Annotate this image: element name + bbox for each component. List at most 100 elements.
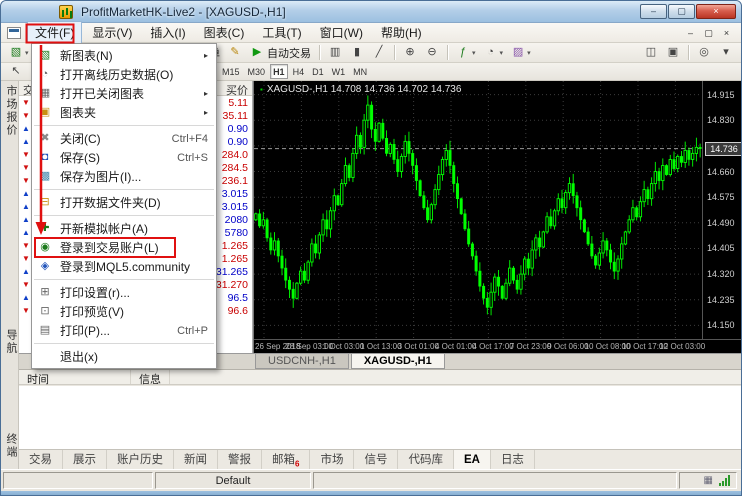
minimize-button[interactable]: – bbox=[640, 4, 667, 19]
file-menu-item[interactable]: 退出(x) bbox=[32, 347, 216, 366]
file-menu-item-label: 登录到交易账户(L) bbox=[60, 239, 159, 256]
price-axis[interactable]: 14.91514.83014.74514.66014.57514.49014.4… bbox=[702, 81, 742, 339]
window-title: ProfitMarketHK-Live2 - [XAGUSD-,H1] bbox=[81, 5, 286, 19]
file-menu-dropdown: ▧新图表(N)▸◔打开离线历史数据(O)▦打开已关闭图表▸▣图表夹▸ ✖关闭(C)… bbox=[31, 43, 217, 369]
login-trade-account-icon: ◉ bbox=[36, 240, 54, 255]
metaeditor-button[interactable]: ✎ bbox=[225, 44, 245, 61]
timeframe-M15[interactable]: M15 bbox=[219, 64, 243, 79]
file-menu-item[interactable]: ◉ 登录到交易账户(L) bbox=[32, 238, 216, 257]
price-axis-label: 14.830 bbox=[707, 115, 735, 125]
timeframe-H1[interactable]: H1 bbox=[270, 64, 288, 79]
file-menu-item-label: 退出(x) bbox=[60, 348, 98, 365]
menubar-item[interactable]: 图表(C) bbox=[196, 21, 253, 44]
file-menu-item[interactable]: ⊞打印设置(r)... bbox=[32, 283, 216, 302]
timeframe-D1[interactable]: D1 bbox=[309, 64, 327, 79]
price-axis-label: 14.235 bbox=[707, 295, 735, 305]
chart-window[interactable]: ▪XAGUSD-,H1 14.708 14.736 14.702 14.736 … bbox=[253, 81, 742, 353]
new-chart-icon: ▧ bbox=[36, 48, 54, 63]
file-menu-item[interactable]: ▦打开已关闭图表▸ bbox=[32, 84, 216, 103]
file-menu-item[interactable]: ⊟打开数据文件夹(D) bbox=[32, 193, 216, 212]
file-menu-item[interactable]: ▤打印(P)...Ctrl+P bbox=[32, 321, 216, 340]
terminal-column-header[interactable]: 信息 bbox=[131, 370, 170, 384]
file-menu-item[interactable]: ▩保存为图片(I)... bbox=[32, 167, 216, 186]
zoom-out-button[interactable]: ⊖ bbox=[422, 44, 442, 61]
market-watch-price: 1.265 bbox=[222, 240, 252, 252]
terminal-tab-日志[interactable]: 日志 bbox=[491, 450, 535, 470]
maximize-button[interactable]: ▢ bbox=[668, 4, 695, 19]
file-menu-item[interactable]: ▣图表夹▸ bbox=[32, 103, 216, 122]
terminal-tab-新闻[interactable]: 新闻 bbox=[174, 450, 218, 470]
child-minimize-button[interactable]: – bbox=[682, 26, 699, 40]
terminal-tab-交易[interactable]: 交易 bbox=[19, 450, 63, 470]
timeframe-MN[interactable]: MN bbox=[350, 64, 370, 79]
terminal-tab-账户历史[interactable]: 账户历史 bbox=[107, 450, 174, 470]
cascade-windows-button[interactable]: ▣ bbox=[663, 44, 683, 61]
terminal-tab-label: EA bbox=[464, 454, 480, 466]
time-axis-label: 7 Oct 23:00 bbox=[510, 342, 551, 351]
chart-tab[interactable]: USDCNH-,H1 bbox=[255, 354, 349, 369]
terminal-tab-警报[interactable]: 警报 bbox=[218, 450, 262, 470]
tile-windows-button[interactable]: ◫ bbox=[641, 44, 661, 61]
search-button[interactable]: ◎ bbox=[694, 44, 714, 61]
side-tab[interactable]: 终端 bbox=[3, 433, 19, 459]
indicators-button[interactable]: ƒ▾ bbox=[453, 44, 479, 61]
toolbar-options-button[interactable]: ▾ bbox=[716, 44, 736, 61]
terminal-column-header[interactable]: 时间 bbox=[19, 370, 131, 384]
menubar-item[interactable]: 显示(V) bbox=[84, 21, 140, 44]
periods-button[interactable]: ◔▾ bbox=[481, 44, 507, 61]
toolbar-separator bbox=[319, 45, 320, 60]
menubar-item[interactable]: 工具(T) bbox=[254, 21, 309, 44]
bar-chart-button[interactable]: ▥ bbox=[325, 44, 345, 61]
candlestick-button[interactable]: ▮ bbox=[347, 44, 367, 61]
templates-button[interactable]: ▨▾ bbox=[508, 44, 534, 61]
line-chart-button[interactable]: ╱ bbox=[369, 44, 389, 61]
file-menu-item[interactable]: ✚开新模拟帐户(A) bbox=[32, 219, 216, 238]
terminal-tab-展示[interactable]: 展示 bbox=[63, 450, 107, 470]
file-menu-item[interactable]: ◈登录到MQL5.community bbox=[32, 257, 216, 276]
open-deleted-icon: ▦ bbox=[36, 86, 54, 101]
terminal-tab-代码库[interactable]: 代码库 bbox=[398, 450, 454, 470]
connection-status[interactable]: ▦ bbox=[679, 472, 737, 489]
file-menu-item[interactable]: ▧新图表(N)▸ bbox=[32, 46, 216, 65]
market-watch-price: 1.265 bbox=[222, 253, 252, 265]
file-menu-item[interactable]: ◘保存(S)Ctrl+S bbox=[32, 148, 216, 167]
terminal-tab-信号[interactable]: 信号 bbox=[354, 450, 398, 470]
close-button[interactable]: × bbox=[696, 4, 736, 19]
timeframe-H4[interactable]: H4 bbox=[290, 64, 308, 79]
price-axis-label: 14.660 bbox=[707, 167, 735, 177]
menubar-item[interactable]: 文件(F) bbox=[27, 21, 82, 44]
submenu-arrow-icon: ▸ bbox=[204, 51, 208, 60]
cursor-button[interactable]: ↖ bbox=[6, 63, 26, 80]
zoom-out-button-icon: ⊖ bbox=[425, 45, 439, 60]
menubar-item[interactable]: 窗口(W) bbox=[312, 21, 371, 44]
new-chart-button[interactable]: ▧▾ bbox=[6, 44, 32, 61]
timeframe-W1[interactable]: W1 bbox=[329, 64, 349, 79]
profiles-icon: ▣ bbox=[36, 105, 54, 120]
child-close-button[interactable]: × bbox=[718, 26, 735, 40]
child-restore-button[interactable]: ▢ bbox=[700, 26, 717, 40]
terminal-tab-市场[interactable]: 市场 bbox=[310, 450, 354, 470]
menu-separator bbox=[34, 125, 214, 126]
docked-panels-strip: 市场报价导航终端 bbox=[1, 81, 19, 469]
candlestick-plot[interactable] bbox=[254, 81, 702, 339]
market-watch-price: 3.015 bbox=[222, 201, 252, 213]
file-menu-item[interactable]: ✖关闭(C)Ctrl+F4 bbox=[32, 129, 216, 148]
chart-tab[interactable]: XAGUSD-,H1 bbox=[351, 354, 445, 369]
file-menu-item[interactable]: ⊡打印预览(V) bbox=[32, 302, 216, 321]
terminal-tab-label: 日志 bbox=[501, 454, 524, 466]
menubar-item[interactable]: 帮助(H) bbox=[373, 21, 430, 44]
terminal-tab-EA[interactable]: EA bbox=[454, 450, 491, 470]
terminal-tab-邮箱[interactable]: 邮箱6 bbox=[262, 450, 310, 470]
metaeditor-button-icon: ✎ bbox=[228, 45, 242, 60]
profile-selector[interactable]: Default bbox=[155, 472, 311, 489]
menubar-item[interactable]: 插入(I) bbox=[142, 21, 193, 44]
time-axis[interactable]: 26 Sep 201828 Sep 03:001 Oct 03:001 Oct … bbox=[254, 339, 742, 353]
file-menu-item[interactable]: ◔打开离线历史数据(O) bbox=[32, 65, 216, 84]
toolbar-options-button-icon: ▾ bbox=[719, 45, 733, 60]
side-tab[interactable]: 市场报价 bbox=[3, 85, 19, 137]
zoom-in-button[interactable]: ⊕ bbox=[400, 44, 420, 61]
side-tab[interactable]: 导航 bbox=[3, 329, 19, 355]
timeframe-M30[interactable]: M30 bbox=[245, 64, 269, 79]
titlebar[interactable]: ProfitMarketHK-Live2 - [XAGUSD-,H1] – ▢ … bbox=[1, 1, 741, 23]
autotrading-button[interactable]: ▶自动交易 bbox=[247, 44, 314, 61]
